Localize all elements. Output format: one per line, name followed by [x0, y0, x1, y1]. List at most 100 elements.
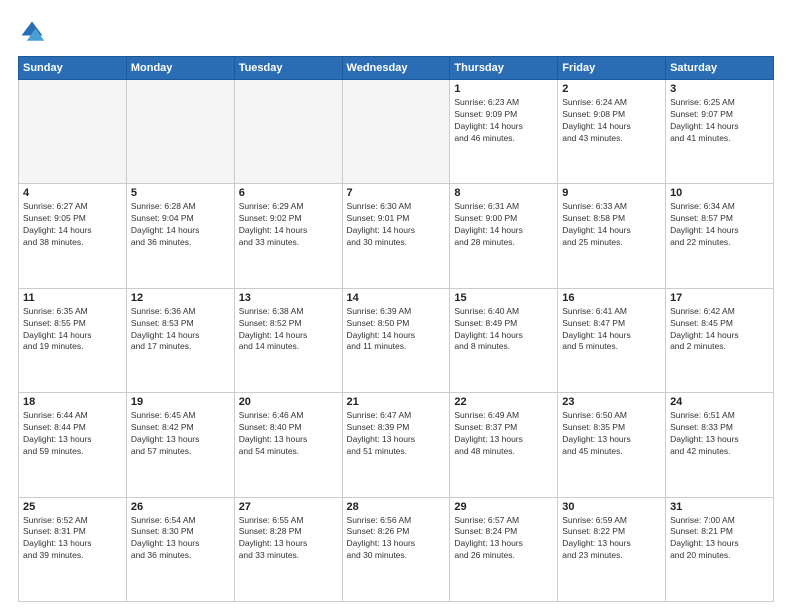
calendar-cell: 8 Sunrise: 6:31 AM Sunset: 9:00 PM Daylig… — [450, 184, 558, 288]
day-number: 12 — [131, 292, 230, 304]
day-number: 7 — [347, 187, 446, 199]
weekday-header-thursday: Thursday — [450, 57, 558, 80]
day-number: 14 — [347, 292, 446, 304]
calendar-cell: 12 Sunrise: 6:36 AM Sunset: 8:53 PM Dayli… — [126, 288, 234, 392]
calendar-cell: 30 Sunrise: 6:59 AM Sunset: 8:22 PM Dayli… — [558, 497, 666, 601]
calendar-header: SundayMondayTuesdayWednesdayThursdayFrid… — [19, 57, 774, 80]
day-number: 29 — [454, 501, 553, 513]
day-info: Sunrise: 6:55 AM Sunset: 8:28 PM Dayligh… — [239, 515, 338, 563]
calendar-cell — [234, 80, 342, 184]
day-info: Sunrise: 6:47 AM Sunset: 8:39 PM Dayligh… — [347, 410, 446, 458]
day-info: Sunrise: 6:59 AM Sunset: 8:22 PM Dayligh… — [562, 515, 661, 563]
day-info: Sunrise: 6:35 AM Sunset: 8:55 PM Dayligh… — [23, 306, 122, 354]
day-number: 20 — [239, 396, 338, 408]
day-info: Sunrise: 6:34 AM Sunset: 8:57 PM Dayligh… — [670, 201, 769, 249]
day-info: Sunrise: 6:50 AM Sunset: 8:35 PM Dayligh… — [562, 410, 661, 458]
day-number: 10 — [670, 187, 769, 199]
calendar-cell: 5 Sunrise: 6:28 AM Sunset: 9:04 PM Daylig… — [126, 184, 234, 288]
calendar-cell: 1 Sunrise: 6:23 AM Sunset: 9:09 PM Daylig… — [450, 80, 558, 184]
calendar-cell: 29 Sunrise: 6:57 AM Sunset: 8:24 PM Dayli… — [450, 497, 558, 601]
day-number: 18 — [23, 396, 122, 408]
calendar-cell: 18 Sunrise: 6:44 AM Sunset: 8:44 PM Dayli… — [19, 393, 127, 497]
day-number: 26 — [131, 501, 230, 513]
calendar-cell: 25 Sunrise: 6:52 AM Sunset: 8:31 PM Dayli… — [19, 497, 127, 601]
day-number: 16 — [562, 292, 661, 304]
weekday-header-wednesday: Wednesday — [342, 57, 450, 80]
day-number: 4 — [23, 187, 122, 199]
calendar-cell: 20 Sunrise: 6:46 AM Sunset: 8:40 PM Dayli… — [234, 393, 342, 497]
day-info: Sunrise: 6:38 AM Sunset: 8:52 PM Dayligh… — [239, 306, 338, 354]
day-number: 3 — [670, 83, 769, 95]
logo — [18, 18, 50, 46]
calendar-cell: 7 Sunrise: 6:30 AM Sunset: 9:01 PM Daylig… — [342, 184, 450, 288]
calendar-cell — [126, 80, 234, 184]
day-info: Sunrise: 6:23 AM Sunset: 9:09 PM Dayligh… — [454, 97, 553, 145]
day-number: 23 — [562, 396, 661, 408]
day-info: Sunrise: 6:24 AM Sunset: 9:08 PM Dayligh… — [562, 97, 661, 145]
calendar-cell: 15Sunrise: 6:40 AM Sunset: 8:49 PM Dayli… — [450, 288, 558, 392]
day-number: 13 — [239, 292, 338, 304]
day-number: 2 — [562, 83, 661, 95]
calendar-cell: 10 Sunrise: 6:34 AM Sunset: 8:57 PM Dayli… — [666, 184, 774, 288]
calendar-week-2: 4 Sunrise: 6:27 AM Sunset: 9:05 PM Daylig… — [19, 184, 774, 288]
calendar-cell: 17Sunrise: 6:42 AM Sunset: 8:45 PM Dayli… — [666, 288, 774, 392]
calendar-cell: 26 Sunrise: 6:54 AM Sunset: 8:30 PM Dayli… — [126, 497, 234, 601]
calendar-cell — [19, 80, 127, 184]
day-number: 25 — [23, 501, 122, 513]
day-info: Sunrise: 6:52 AM Sunset: 8:31 PM Dayligh… — [23, 515, 122, 563]
day-number: 19 — [131, 396, 230, 408]
calendar-cell — [342, 80, 450, 184]
day-number: 5 — [131, 187, 230, 199]
calendar-cell: 14 Sunrise: 6:39 AM Sunset: 8:50 PM Dayli… — [342, 288, 450, 392]
calendar-cell: 16 Sunrise: 6:41 AM Sunset: 8:47 PM Dayli… — [558, 288, 666, 392]
calendar-cell: 31 Sunrise: 7:00 AM Sunset: 8:21 PM Dayli… — [666, 497, 774, 601]
day-number: 27 — [239, 501, 338, 513]
day-number: 17 — [670, 292, 769, 304]
day-info: Sunrise: 6:30 AM Sunset: 9:01 PM Dayligh… — [347, 201, 446, 249]
day-info: Sunrise: 6:31 AM Sunset: 9:00 PM Dayligh… — [454, 201, 553, 249]
weekday-header-saturday: Saturday — [666, 57, 774, 80]
day-info: Sunrise: 6:36 AM Sunset: 8:53 PM Dayligh… — [131, 306, 230, 354]
calendar-week-1: 1 Sunrise: 6:23 AM Sunset: 9:09 PM Daylig… — [19, 80, 774, 184]
calendar-cell: 22Sunrise: 6:49 AM Sunset: 8:37 PM Dayli… — [450, 393, 558, 497]
calendar-cell: 28 Sunrise: 6:56 AM Sunset: 8:26 PM Dayli… — [342, 497, 450, 601]
day-info: Sunrise: 6:57 AM Sunset: 8:24 PM Dayligh… — [454, 515, 553, 563]
weekday-header-monday: Monday — [126, 57, 234, 80]
day-info: Sunrise: 6:51 AM Sunset: 8:33 PM Dayligh… — [670, 410, 769, 458]
day-info: Sunrise: 6:39 AM Sunset: 8:50 PM Dayligh… — [347, 306, 446, 354]
day-info: Sunrise: 6:56 AM Sunset: 8:26 PM Dayligh… — [347, 515, 446, 563]
day-number: 11 — [23, 292, 122, 304]
calendar-cell: 19 Sunrise: 6:45 AM Sunset: 8:42 PM Dayli… — [126, 393, 234, 497]
calendar-cell: 9 Sunrise: 6:33 AM Sunset: 8:58 PM Daylig… — [558, 184, 666, 288]
calendar-cell: 21Sunrise: 6:47 AM Sunset: 8:39 PM Dayli… — [342, 393, 450, 497]
calendar-cell: 2 Sunrise: 6:24 AM Sunset: 9:08 PM Daylig… — [558, 80, 666, 184]
day-number: 1 — [454, 83, 553, 95]
day-info: Sunrise: 6:28 AM Sunset: 9:04 PM Dayligh… — [131, 201, 230, 249]
calendar-cell: 11 Sunrise: 6:35 AM Sunset: 8:55 PM Dayli… — [19, 288, 127, 392]
calendar-week-5: 25 Sunrise: 6:52 AM Sunset: 8:31 PM Dayli… — [19, 497, 774, 601]
day-number: 8 — [454, 187, 553, 199]
day-info: Sunrise: 6:44 AM Sunset: 8:44 PM Dayligh… — [23, 410, 122, 458]
weekday-header-sunday: Sunday — [19, 57, 127, 80]
day-number: 31 — [670, 501, 769, 513]
day-info: Sunrise: 6:45 AM Sunset: 8:42 PM Dayligh… — [131, 410, 230, 458]
day-info: Sunrise: 6:29 AM Sunset: 9:02 PM Dayligh… — [239, 201, 338, 249]
header — [18, 18, 774, 46]
day-number: 28 — [347, 501, 446, 513]
day-info: Sunrise: 6:41 AM Sunset: 8:47 PM Dayligh… — [562, 306, 661, 354]
calendar-body: 1 Sunrise: 6:23 AM Sunset: 9:09 PM Daylig… — [19, 80, 774, 602]
weekday-header-tuesday: Tuesday — [234, 57, 342, 80]
calendar-week-4: 18 Sunrise: 6:44 AM Sunset: 8:44 PM Dayli… — [19, 393, 774, 497]
day-info: Sunrise: 6:40 AM Sunset: 8:49 PM Dayligh… — [454, 306, 553, 354]
day-info: Sunrise: 6:25 AM Sunset: 9:07 PM Dayligh… — [670, 97, 769, 145]
day-number: 24 — [670, 396, 769, 408]
day-info: Sunrise: 7:00 AM Sunset: 8:21 PM Dayligh… — [670, 515, 769, 563]
weekday-row: SundayMondayTuesdayWednesdayThursdayFrid… — [19, 57, 774, 80]
day-number: 6 — [239, 187, 338, 199]
day-number: 30 — [562, 501, 661, 513]
day-info: Sunrise: 6:33 AM Sunset: 8:58 PM Dayligh… — [562, 201, 661, 249]
day-info: Sunrise: 6:46 AM Sunset: 8:40 PM Dayligh… — [239, 410, 338, 458]
day-info: Sunrise: 6:54 AM Sunset: 8:30 PM Dayligh… — [131, 515, 230, 563]
day-info: Sunrise: 6:27 AM Sunset: 9:05 PM Dayligh… — [23, 201, 122, 249]
day-number: 9 — [562, 187, 661, 199]
